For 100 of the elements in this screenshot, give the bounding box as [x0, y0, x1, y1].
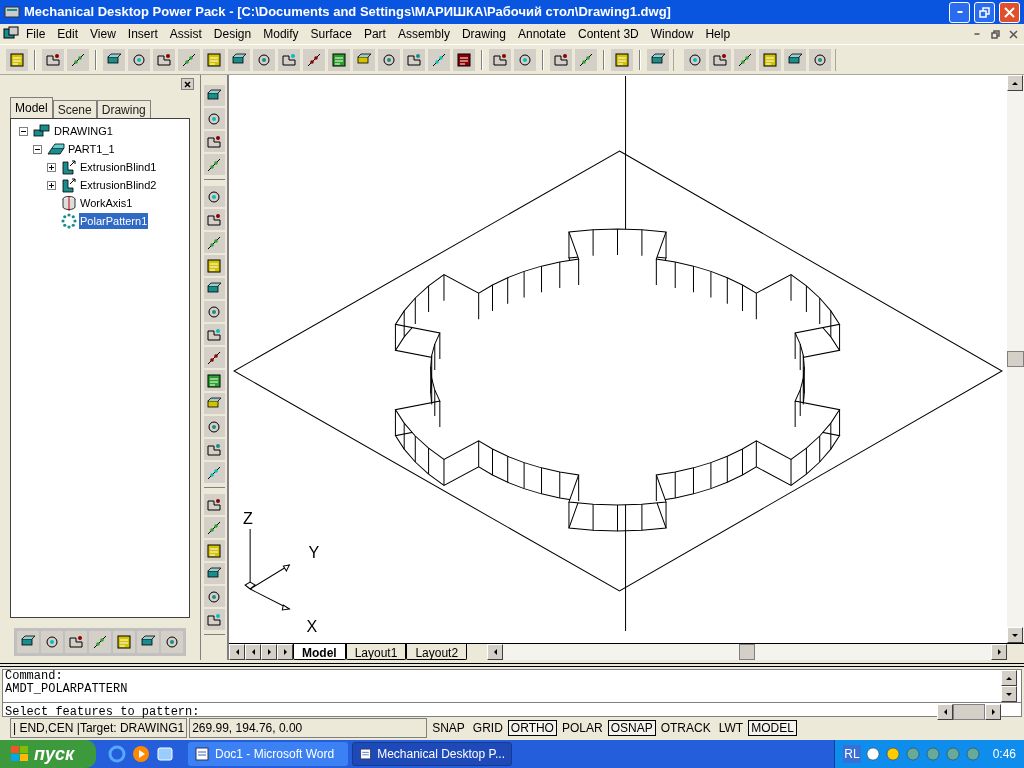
vertical-scrollbar[interactable]: [1007, 75, 1024, 643]
language-indicator[interactable]: RL: [843, 745, 861, 763]
taskbar-button[interactable]: Mechanical Desktop P...: [352, 742, 512, 766]
taskbar-button[interactable]: Doc1 - Microsoft Word: [188, 742, 348, 766]
desktop-icon[interactable]: [156, 745, 174, 763]
menu-item[interactable]: Surface: [304, 25, 358, 43]
first-tab-button[interactable]: [229, 644, 245, 660]
toolbar-button[interactable]: [203, 416, 225, 437]
toolbar-button[interactable]: [103, 48, 125, 71]
panel-close-button[interactable]: [181, 78, 194, 90]
status-toggle[interactable]: MODEL: [748, 720, 797, 736]
tree-item[interactable]: ExtrusionBlind1: [79, 158, 158, 176]
last-tab-button[interactable]: [277, 644, 293, 660]
toolbar-button[interactable]: [203, 301, 225, 322]
status-toggle[interactable]: SNAP: [429, 720, 468, 736]
menu-item[interactable]: Window: [644, 25, 700, 43]
scroll-thumb[interactable]: [1007, 351, 1024, 367]
scroll-thumb[interactable]: [739, 644, 756, 660]
toolbar-button[interactable]: [514, 48, 536, 71]
toolbar-button[interactable]: [42, 48, 64, 71]
collapse-button[interactable]: [33, 144, 42, 154]
command-prompt[interactable]: Select features to pattern:: [3, 702, 937, 721]
status-toggle[interactable]: ORTHO: [507, 720, 557, 736]
scroll-right-button[interactable]: [985, 703, 1001, 720]
layout-tab[interactable]: Layout1: [345, 644, 407, 660]
previous-tab-button[interactable]: [245, 644, 261, 660]
toolbar-button[interactable]: [161, 631, 183, 653]
toolbar-button[interactable]: [128, 48, 150, 71]
scroll-up-button[interactable]: [1001, 670, 1017, 686]
toolbar-button[interactable]: [253, 48, 275, 71]
tree-item[interactable]: PART1_1: [67, 140, 116, 158]
layout-tab[interactable]: Model: [293, 644, 346, 660]
scroll-right-button[interactable]: [991, 644, 1007, 660]
toolbar-button[interactable]: [203, 393, 225, 414]
menu-item[interactable]: Assembly: [391, 25, 456, 43]
toolbar-button[interactable]: [203, 186, 225, 207]
menu-item[interactable]: Edit: [51, 25, 85, 43]
toolbar-button[interactable]: [647, 48, 669, 71]
model-viewport[interactable]: Z Y X: [229, 75, 1007, 643]
minimize-button[interactable]: [949, 1, 970, 23]
status-toggle[interactable]: LWT: [715, 720, 747, 736]
toolbar-button[interactable]: [784, 48, 806, 71]
menu-item[interactable]: Assist: [163, 25, 208, 43]
toolbar-button[interactable]: [65, 631, 87, 653]
toolbar-button[interactable]: [203, 347, 225, 368]
toolbar-button[interactable]: [378, 48, 400, 71]
collapse-button[interactable]: [19, 126, 28, 136]
toolbar-button[interactable]: [203, 278, 225, 299]
toolbar-button[interactable]: [328, 48, 350, 71]
tree-item[interactable]: WorkAxis1: [79, 194, 134, 212]
restore-button[interactable]: [974, 1, 995, 23]
browser-tab[interactable]: Model: [10, 97, 53, 118]
toolbar-button[interactable]: [228, 48, 250, 71]
menu-item[interactable]: File: [20, 25, 52, 43]
close-button[interactable]: [999, 1, 1020, 23]
status-toggle[interactable]: OSNAP: [607, 720, 656, 736]
scroll-up-button[interactable]: [1007, 75, 1023, 91]
scroll-thumb[interactable]: [953, 703, 985, 720]
start-button[interactable]: пуск: [0, 740, 96, 768]
next-tab-button[interactable]: [261, 644, 277, 660]
toolbar-button[interactable]: [203, 209, 225, 230]
status-toggle[interactable]: OTRACK: [657, 720, 714, 736]
status-toggle[interactable]: GRID: [469, 720, 506, 736]
toolbar-button[interactable]: [17, 631, 39, 653]
menu-item[interactable]: Part: [357, 25, 392, 43]
toolbar-button[interactable]: [453, 48, 475, 71]
status-toggle[interactable]: POLAR: [558, 720, 606, 736]
tree-item[interactable]: ExtrusionBlind2: [79, 176, 158, 194]
menu-item[interactable]: Annotate: [511, 25, 572, 43]
toolbar-button[interactable]: [203, 108, 225, 129]
toolbar-button[interactable]: [153, 48, 175, 71]
media-player-icon[interactable]: [132, 745, 150, 763]
toolbar-button[interactable]: [203, 563, 225, 584]
menu-item[interactable]: Modify: [257, 25, 305, 43]
toolbar-button[interactable]: [203, 131, 225, 152]
scroll-down-button[interactable]: [1007, 627, 1023, 643]
toolbar-button[interactable]: [203, 586, 225, 607]
scroll-left-button[interactable]: [487, 644, 504, 660]
toolbar-button[interactable]: [137, 631, 159, 653]
scroll-left-button[interactable]: [937, 703, 953, 720]
toolbar-button[interactable]: [203, 494, 225, 515]
browser-tab[interactable]: Scene: [52, 100, 97, 118]
toolbar-button[interactable]: [203, 370, 225, 391]
toolbar-button[interactable]: [809, 48, 831, 71]
browser-tab[interactable]: Drawing: [96, 100, 151, 118]
toolbar-button[interactable]: [489, 48, 511, 71]
layout-tab[interactable]: Layout2: [406, 644, 468, 660]
tree-item[interactable]: DRAWING1: [53, 122, 114, 140]
scroll-down-button[interactable]: [1001, 686, 1017, 702]
toolbar-button[interactable]: [203, 85, 225, 106]
toolbar-button[interactable]: [41, 631, 63, 653]
expand-button[interactable]: [47, 162, 56, 172]
menu-item[interactable]: Insert: [121, 25, 164, 43]
toolbar-button[interactable]: [303, 48, 325, 71]
tree-item[interactable]: PolarPattern1: [79, 212, 149, 230]
menu-item[interactable]: Help: [699, 25, 737, 43]
toolbar-button[interactable]: [709, 48, 731, 71]
horizontal-scrollbar[interactable]: [487, 644, 1007, 660]
menu-item[interactable]: Drawing: [455, 25, 512, 43]
menu-item[interactable]: Content 3D: [572, 25, 645, 43]
